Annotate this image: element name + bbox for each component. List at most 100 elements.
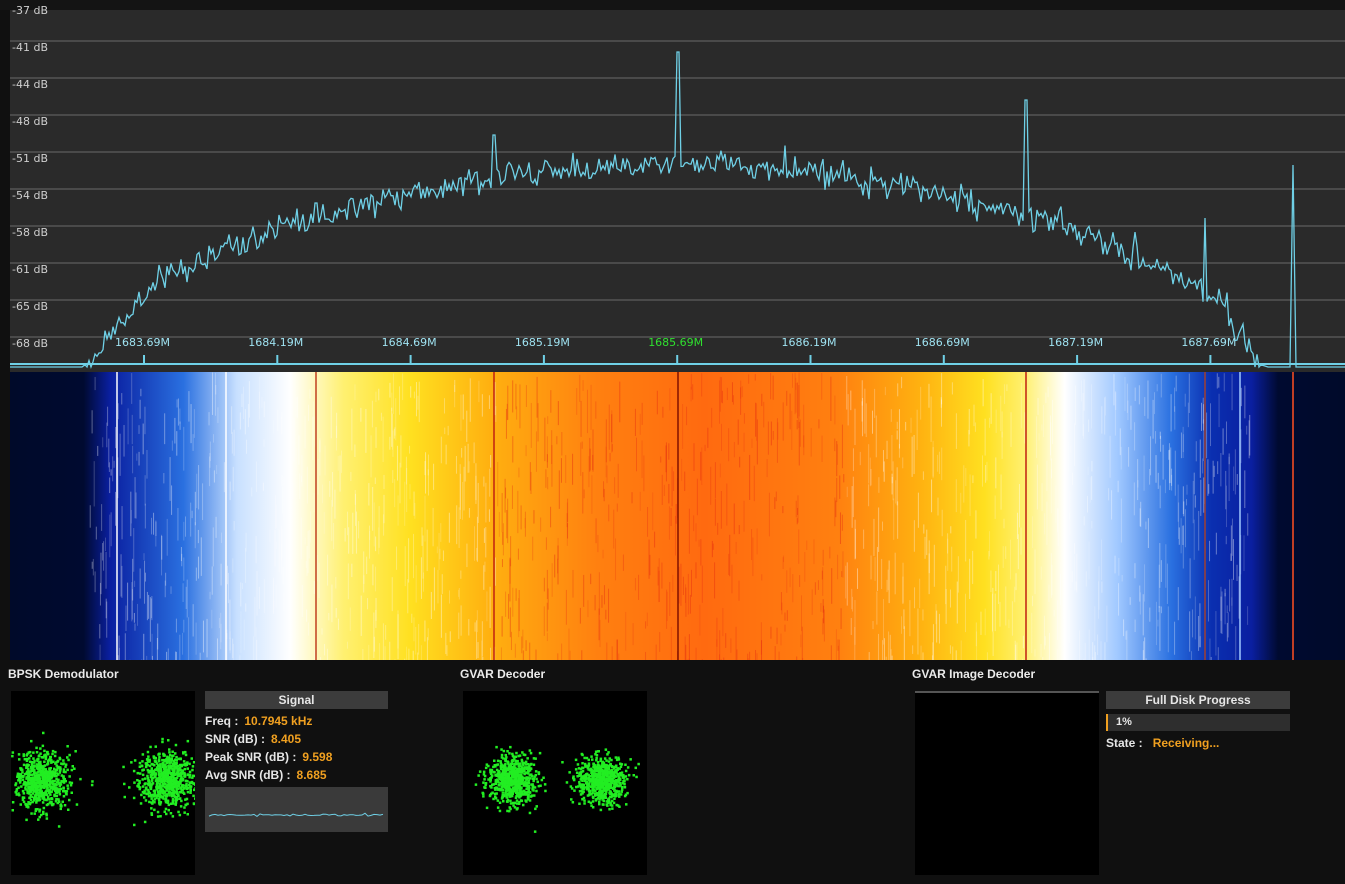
constellation-point [166, 769, 170, 772]
constellation-point [621, 786, 624, 789]
constellation-point [171, 754, 174, 758]
constellation-point [150, 777, 154, 780]
db-axis-label: -61 dB [12, 263, 48, 276]
bpsk-demodulator-title: BPSK Demodulator [8, 667, 119, 681]
fft-spectrum-svg [10, 40, 1345, 369]
constellation-point [581, 762, 584, 765]
constellation-point [133, 759, 137, 762]
constellation-point [474, 783, 478, 786]
constellation-point [578, 802, 581, 805]
constellation-point [482, 781, 485, 784]
constellation-point [577, 767, 581, 770]
db-axis-label: -44 dB [12, 78, 48, 91]
constellation-point [62, 787, 65, 790]
constellation-point [624, 775, 628, 778]
constellation-point [524, 783, 527, 787]
constellation-point [574, 758, 578, 762]
constellation-point [21, 768, 24, 772]
constellation-point [494, 774, 497, 777]
constellation-point [603, 789, 607, 792]
constellation-point [603, 763, 606, 767]
constellation-point [150, 785, 153, 788]
frequency-axis-label: 1687.19M [1048, 336, 1104, 349]
constellation-point [171, 750, 174, 753]
fft-spectrum-plot[interactable]: -37 dB -41 dB -44 dB -48 dB -51 dB -54 dB -58 … [10, 4, 1345, 372]
constellation-point [58, 788, 61, 791]
constellation-point [184, 803, 187, 807]
constellation-point [157, 776, 161, 780]
constellation-point [615, 790, 619, 794]
constellation-point [489, 768, 492, 772]
constellation-point [43, 760, 46, 763]
constellation-point [619, 762, 622, 765]
constellation-point [530, 762, 533, 766]
constellation-point [169, 802, 173, 805]
constellation-point [62, 775, 65, 778]
constellation-point [581, 766, 585, 770]
constellation-point [178, 797, 182, 800]
constellation-point [39, 752, 42, 755]
constellation-point [489, 780, 492, 783]
constellation-point [45, 803, 49, 807]
constellation-point [28, 750, 32, 754]
constellation-point [635, 775, 638, 779]
constellation-point [137, 785, 140, 788]
constellation-point [22, 792, 26, 795]
constellation-point [36, 759, 39, 763]
constellation-point [602, 777, 606, 780]
constellation-point [66, 745, 69, 748]
constellation-point [602, 794, 605, 797]
constellation-point [498, 801, 502, 804]
constellation-point [599, 770, 603, 773]
constellation-point [42, 812, 45, 815]
constellation-point [14, 783, 17, 787]
freq-value: 10.7945 kHz [244, 714, 313, 728]
waterfall-display[interactable] [10, 372, 1345, 660]
constellation-point [59, 807, 62, 811]
constellation-point [174, 752, 177, 755]
constellation-point [597, 778, 600, 782]
constellation-point [34, 786, 37, 789]
gvar-image-decoder-title: GVAR Image Decoder [912, 667, 1036, 681]
constellation-point [158, 755, 161, 759]
constellation-point [144, 782, 147, 785]
constellation-point [136, 779, 139, 782]
constellation-point [495, 792, 498, 795]
constellation-point [528, 774, 532, 777]
constellation-point [514, 796, 518, 799]
constellation-point [62, 795, 66, 798]
constellation-point [537, 784, 541, 788]
constellation-point [40, 756, 44, 759]
constellation-point [33, 759, 36, 763]
constellation-point [143, 789, 146, 792]
constellation-point [130, 761, 133, 764]
constellation-point [528, 811, 532, 815]
constellation-point [156, 785, 159, 788]
constellation-point [161, 758, 164, 762]
full-disk-progress-header[interactable]: Full Disk Progress [1106, 691, 1290, 709]
constellation-point [159, 801, 163, 804]
constellation-point [501, 791, 505, 794]
constellation-point [175, 798, 179, 801]
constellation-point [157, 792, 161, 795]
constellation-point [608, 778, 611, 782]
constellation-point [535, 777, 538, 781]
constellation-point [610, 795, 613, 799]
constellation-point [29, 754, 33, 757]
constellation-point [598, 802, 601, 806]
snr-value: 8.405 [271, 732, 302, 746]
frequency-axis-label: 1684.69M [381, 336, 437, 349]
constellation-point [513, 763, 516, 766]
constellation-point [150, 807, 153, 810]
constellation-point [169, 753, 172, 757]
constellation-point [477, 774, 480, 777]
constellation-point [159, 789, 163, 793]
constellation-point [601, 781, 604, 785]
constellation-point [172, 777, 175, 780]
constellation-point [147, 755, 150, 758]
constellation-point [66, 787, 70, 790]
constellation-point [607, 799, 611, 802]
constellation-point [489, 772, 493, 776]
signal-header[interactable]: Signal [205, 691, 388, 709]
constellation-point [44, 771, 47, 775]
